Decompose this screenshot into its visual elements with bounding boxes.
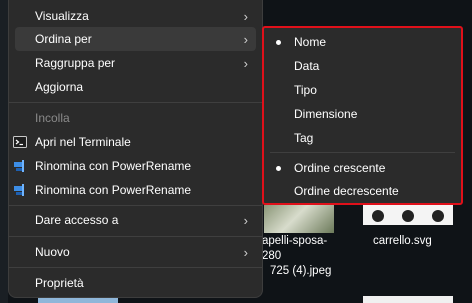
submenu-item-label: Ordine decrescente [294,184,399,198]
file-name-line: 725 (4).jpeg [270,265,332,277]
file-thumbnail-jpeg[interactable] [264,205,334,233]
chevron-right-icon: › [243,8,248,24]
menu-item-label: Dare accesso a [35,213,119,227]
menu-item-nuovo[interactable]: Nuovo › [15,240,256,264]
cart-wheel-icon [430,208,446,224]
menu-item-raggruppa-per[interactable]: Raggruppa per › [15,51,256,75]
submenu-item-data[interactable]: Data [270,55,455,77]
file-name-jpeg[interactable]: apelli-sposa-280 725 (4).jpeg [262,234,342,279]
submenu-item-dimensione[interactable]: Dimensione [270,103,455,125]
menu-item-visualizza[interactable]: Visualizza › [15,4,256,28]
menu-item-label: Incolla [35,111,70,125]
menu-item-label: Visualizza [35,9,89,23]
menu-item-label: Apri nel Terminale [35,135,131,149]
submenu-item-label: Dimensione [294,107,358,121]
cart-wheel-icon [400,208,416,224]
chevron-right-icon: › [243,55,248,71]
file-thumbnail[interactable] [363,296,453,303]
submenu-item-tipo[interactable]: Tipo [270,79,455,101]
menu-item-rinomina-powerrename[interactable]: Rinomina con PowerRename [14,154,256,178]
submenu-item-label: Tag [294,131,314,145]
powerrename-icon [14,160,24,172]
menu-item-incolla: Incolla [15,106,256,130]
submenu-item-label: Tipo [294,83,317,97]
menu-item-apri-terminale[interactable]: Apri nel Terminale [13,130,256,154]
submenu-item-ordine-crescente[interactable]: Ordine crescente [270,157,455,179]
menu-item-label: Proprietà [35,276,84,290]
menu-item-label: Rinomina con PowerRename [35,159,192,173]
menu-separator [9,236,262,237]
chevron-right-icon: › [243,244,248,260]
menu-item-dare-accesso[interactable]: Dare accesso a › [15,208,256,232]
bullet-icon [276,39,281,45]
menu-item-label: Aggiorna [35,80,84,94]
menu-item-label: Nuovo [35,245,70,259]
submenu-ordina-per: Nome Data Tipo Dimensione Tag Ordine cre… [262,26,463,205]
submenu-item-label: Data [294,59,320,73]
menu-item-aggiorna[interactable]: Aggiorna [15,75,256,99]
file-name-line: apelli-sposa-280 [262,235,328,262]
chevron-right-icon: › [243,31,248,47]
chevron-right-icon: › [243,212,248,228]
menu-item-ordina-per[interactable]: Ordina per › [15,27,256,51]
menu-separator [9,267,262,268]
menu-item-rinomina-powerrename-2[interactable]: Rinomina con PowerRename [14,178,256,202]
file-name-svg[interactable]: carrello.svg [373,234,453,249]
menu-item-label: Raggruppa per [35,56,116,70]
bullet-icon [276,165,281,171]
terminal-icon [13,136,27,148]
menu-item-label: Rinomina con PowerRename [35,183,192,197]
cart-wheel-icon [370,208,386,224]
powerrename-icon [14,184,24,196]
submenu-item-label: Ordine crescente [294,161,386,175]
context-menu: Visualizza › Ordina per › Raggruppa per … [8,0,263,298]
menu-separator [9,102,262,103]
menu-item-proprieta[interactable]: Proprietà [15,271,256,295]
submenu-item-nome[interactable]: Nome [270,31,455,53]
menu-item-label: Ordina per [35,32,92,46]
desktop-left-edge [0,0,8,303]
submenu-separator [270,152,455,153]
menu-separator [9,205,262,206]
submenu-item-ordine-decrescente[interactable]: Ordine decrescente [270,180,455,202]
submenu-item-label: Nome [294,35,327,49]
submenu-item-tag[interactable]: Tag [270,127,455,149]
